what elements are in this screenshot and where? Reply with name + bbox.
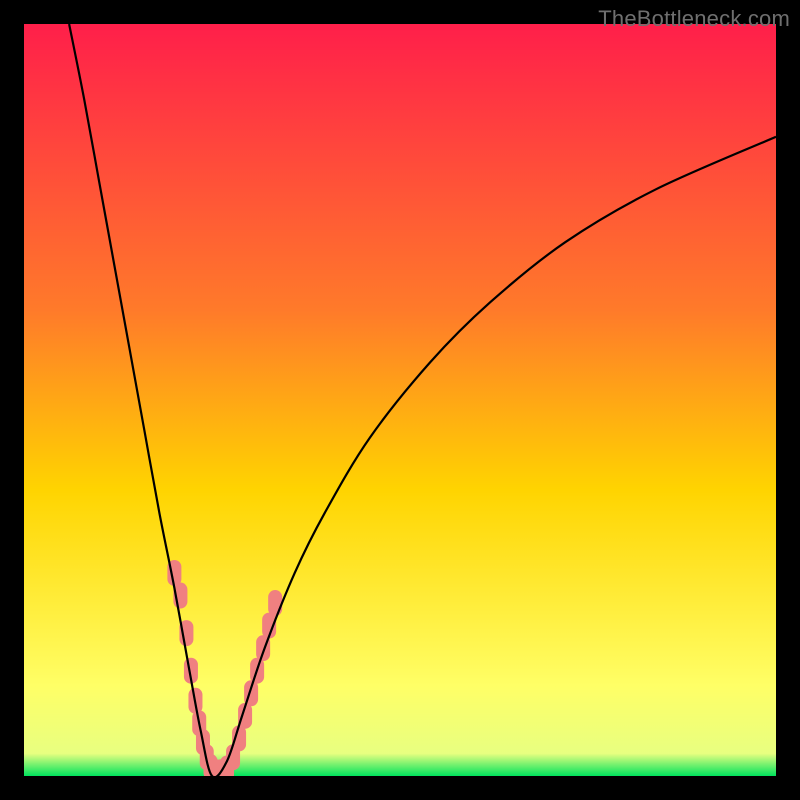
plot-area: [24, 24, 776, 776]
chart-frame: TheBottleneck.com: [0, 0, 800, 800]
chart-svg: [24, 24, 776, 776]
gradient-bg: [24, 24, 776, 776]
watermark-text: TheBottleneck.com: [598, 6, 790, 32]
marker: [268, 590, 282, 616]
